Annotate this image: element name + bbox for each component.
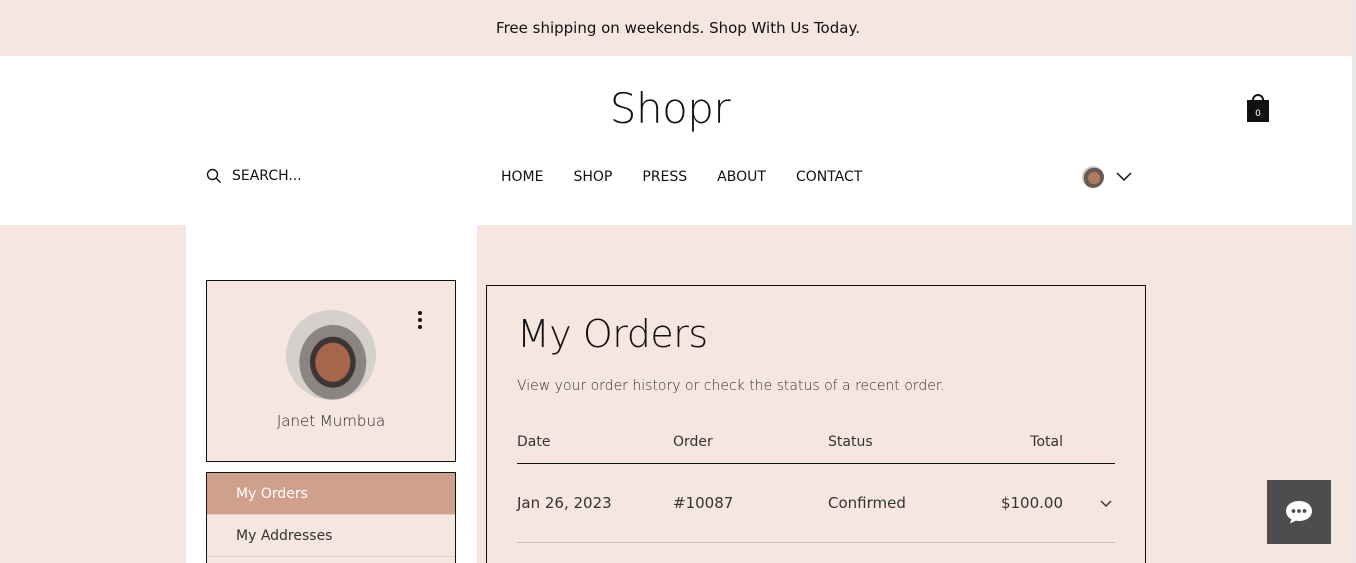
site-header: Shopr 0 HOME SHOP PRESS ABOUT CONTACT <box>0 56 1356 225</box>
chevron-down-icon[interactable] <box>1099 496 1113 510</box>
chat-button[interactable] <box>1267 480 1331 544</box>
nav-shop[interactable]: SHOP <box>573 169 612 185</box>
table-row[interactable]: Jan 26, 2023 #10087 Confirmed $100.00 <box>517 494 1115 543</box>
profile-name: Janet Mumbua <box>276 412 386 430</box>
search-bar[interactable] <box>206 168 432 184</box>
main-nav: HOME SHOP PRESS ABOUT CONTACT <box>501 169 892 185</box>
nav-press[interactable]: PRESS <box>642 169 687 185</box>
column-date: Date <box>517 434 551 450</box>
menu-item-my-orders[interactable]: My Orders <box>207 473 455 515</box>
page-subtitle: View your order history or check the sta… <box>517 378 945 394</box>
cart-count: 0 <box>1255 109 1261 119</box>
order-status: Confirmed <box>828 494 906 512</box>
orders-panel: My Orders View your order history or che… <box>486 285 1146 563</box>
announcement-bar: Free shipping on weekends. Shop With Us … <box>0 0 1356 56</box>
nav-home[interactable]: HOME <box>501 169 543 185</box>
cart-icon[interactable]: 0 <box>1247 94 1269 122</box>
order-total: $100.00 <box>1000 494 1063 512</box>
site-logo[interactable]: Shopr <box>0 84 1340 133</box>
profile-card: Janet Mumbua <box>206 280 456 462</box>
nav-contact[interactable]: CONTACT <box>796 169 862 185</box>
user-menu[interactable] <box>1082 166 1132 188</box>
column-order: Order <box>673 434 713 450</box>
avatar[interactable] <box>1082 166 1104 188</box>
orders-table-header: Date Order Status Total <box>517 434 1115 464</box>
scrollbar[interactable] <box>1352 0 1356 563</box>
search-icon <box>206 168 221 183</box>
nav-about[interactable]: ABOUT <box>717 169 766 185</box>
profile-avatar <box>286 310 376 400</box>
order-number: #10087 <box>673 494 734 512</box>
chevron-down-icon[interactable] <box>1116 172 1132 182</box>
column-total: Total <box>1030 434 1063 450</box>
menu-item-my-addresses[interactable]: My Addresses <box>207 515 455 557</box>
order-date: Jan 26, 2023 <box>517 494 612 512</box>
chat-icon <box>1286 501 1312 524</box>
column-status: Status <box>828 434 873 450</box>
account-menu: My Orders My Addresses <box>206 472 456 563</box>
search-input[interactable] <box>232 168 432 184</box>
page-title: My Orders <box>517 312 708 356</box>
more-options-icon[interactable] <box>418 311 422 329</box>
